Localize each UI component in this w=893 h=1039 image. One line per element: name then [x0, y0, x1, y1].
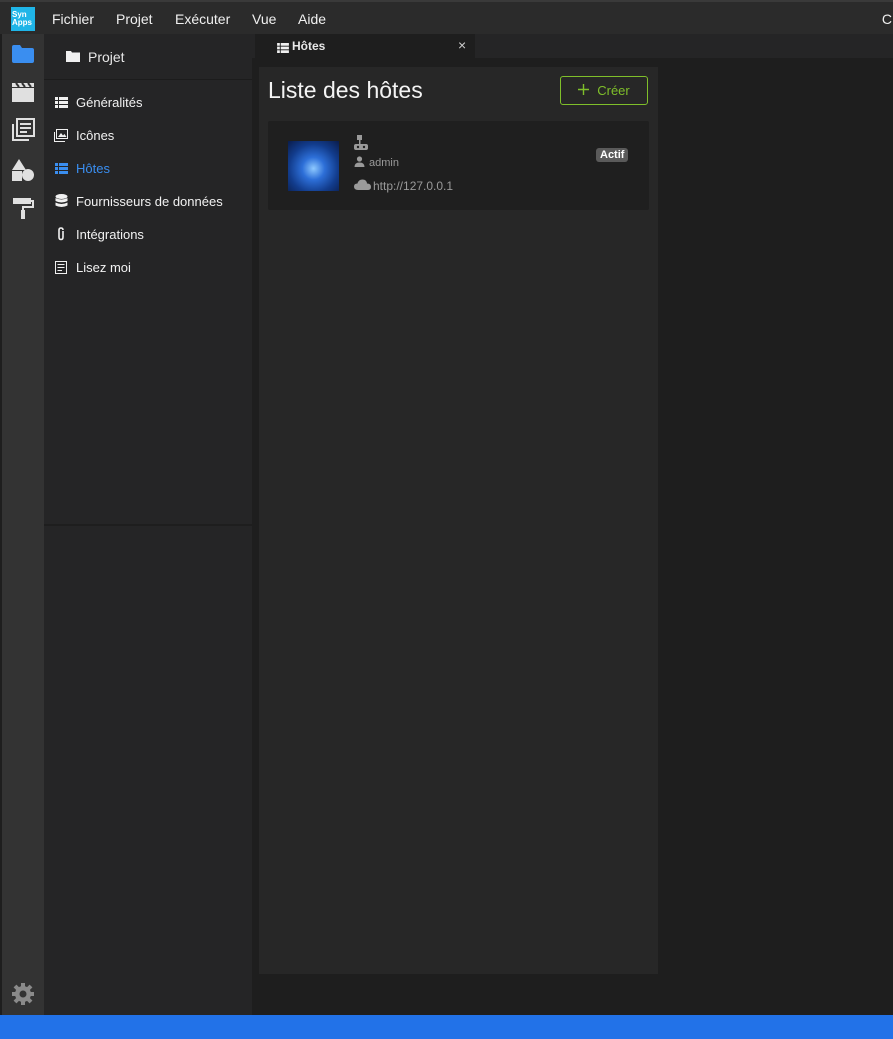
- menu-project[interactable]: Projet: [116, 11, 153, 27]
- folder-icon: [66, 49, 80, 65]
- shapes-icon[interactable]: [10, 158, 36, 182]
- menu-bar: Syn Apps Fichier Projet Exécuter Vue Aid…: [0, 0, 893, 34]
- tab-close-icon[interactable]: ×: [458, 37, 466, 53]
- activity-bar: [2, 34, 44, 1015]
- paperclip-icon: [54, 227, 68, 241]
- logo-text: Syn Apps: [12, 10, 32, 27]
- secondary-editor: [659, 58, 893, 1015]
- sidebar-item-label: Intégrations: [76, 226, 144, 242]
- sidebar-item-generalites[interactable]: Généralités: [54, 92, 142, 112]
- project-sidebar: Projet Généralités Icônes Hôtes Fourniss…: [44, 34, 253, 524]
- menu-help[interactable]: Aide: [298, 11, 326, 27]
- list-icon: [54, 95, 68, 109]
- app-logo: Syn Apps: [11, 7, 35, 31]
- sidebar-title: Projet: [66, 49, 125, 65]
- gear-icon[interactable]: [11, 982, 35, 1006]
- tab-hotes[interactable]: Hôtes ×: [255, 34, 475, 58]
- sidebar-divider: [44, 79, 252, 80]
- sidebar-item-integrations[interactable]: Intégrations: [54, 224, 144, 244]
- list-icon: [54, 161, 68, 175]
- menu-view[interactable]: Vue: [252, 11, 276, 27]
- library-icon[interactable]: [10, 118, 36, 142]
- sidebar-title-label: Projet: [88, 49, 125, 65]
- paint-roller-icon[interactable]: [10, 196, 36, 220]
- cloud-icon: [354, 179, 371, 193]
- database-icon: [54, 194, 68, 208]
- sidebar-item-label: Lisez moi: [76, 259, 131, 275]
- readme-icon: [54, 260, 68, 274]
- host-url: http://127.0.0.1: [354, 179, 453, 193]
- plus-icon: [578, 83, 590, 98]
- hosts-panel: Liste des hôtes Créer admin http://127.0…: [259, 67, 658, 974]
- sidebar-item-lisez-moi[interactable]: Lisez moi: [54, 257, 131, 277]
- list-icon: [277, 40, 289, 58]
- create-button-label: Créer: [597, 83, 630, 98]
- host-user: admin: [354, 156, 399, 170]
- menu-run[interactable]: Exécuter: [175, 11, 230, 27]
- host-thumbnail: [288, 141, 339, 191]
- user-icon: [354, 156, 365, 170]
- create-host-button[interactable]: Créer: [560, 76, 648, 105]
- sidebar-item-label: Fournisseurs de données: [76, 193, 223, 209]
- sidebar-item-hotes[interactable]: Hôtes: [54, 158, 110, 178]
- menu-file[interactable]: Fichier: [52, 11, 94, 27]
- folder-icon[interactable]: [10, 42, 36, 66]
- tab-bar: Hôtes ×: [252, 34, 893, 58]
- sidebar-item-icones[interactable]: Icônes: [54, 125, 114, 145]
- tab-label: Hôtes: [292, 39, 326, 53]
- status-badge: Actif: [596, 148, 629, 162]
- host-card[interactable]: admin http://127.0.0.1 Actif: [268, 121, 649, 210]
- status-bar: [0, 1015, 893, 1039]
- clapperboard-icon[interactable]: [10, 80, 36, 104]
- page-title: Liste des hôtes: [268, 77, 423, 103]
- network-icon: [353, 135, 369, 156]
- sidebar-item-label: Généralités: [76, 94, 143, 110]
- sidebar-item-fournisseurs[interactable]: Fournisseurs de données: [54, 191, 223, 211]
- menu-cut-text: C: [881, 11, 892, 27]
- host-user-label: admin: [369, 157, 399, 169]
- host-url-label: http://127.0.0.1: [373, 179, 454, 193]
- sidebar-lower-panel: [44, 526, 252, 1015]
- image-icon: [54, 128, 68, 142]
- sidebar-item-label: Hôtes: [76, 160, 110, 176]
- sidebar-item-label: Icônes: [76, 127, 115, 143]
